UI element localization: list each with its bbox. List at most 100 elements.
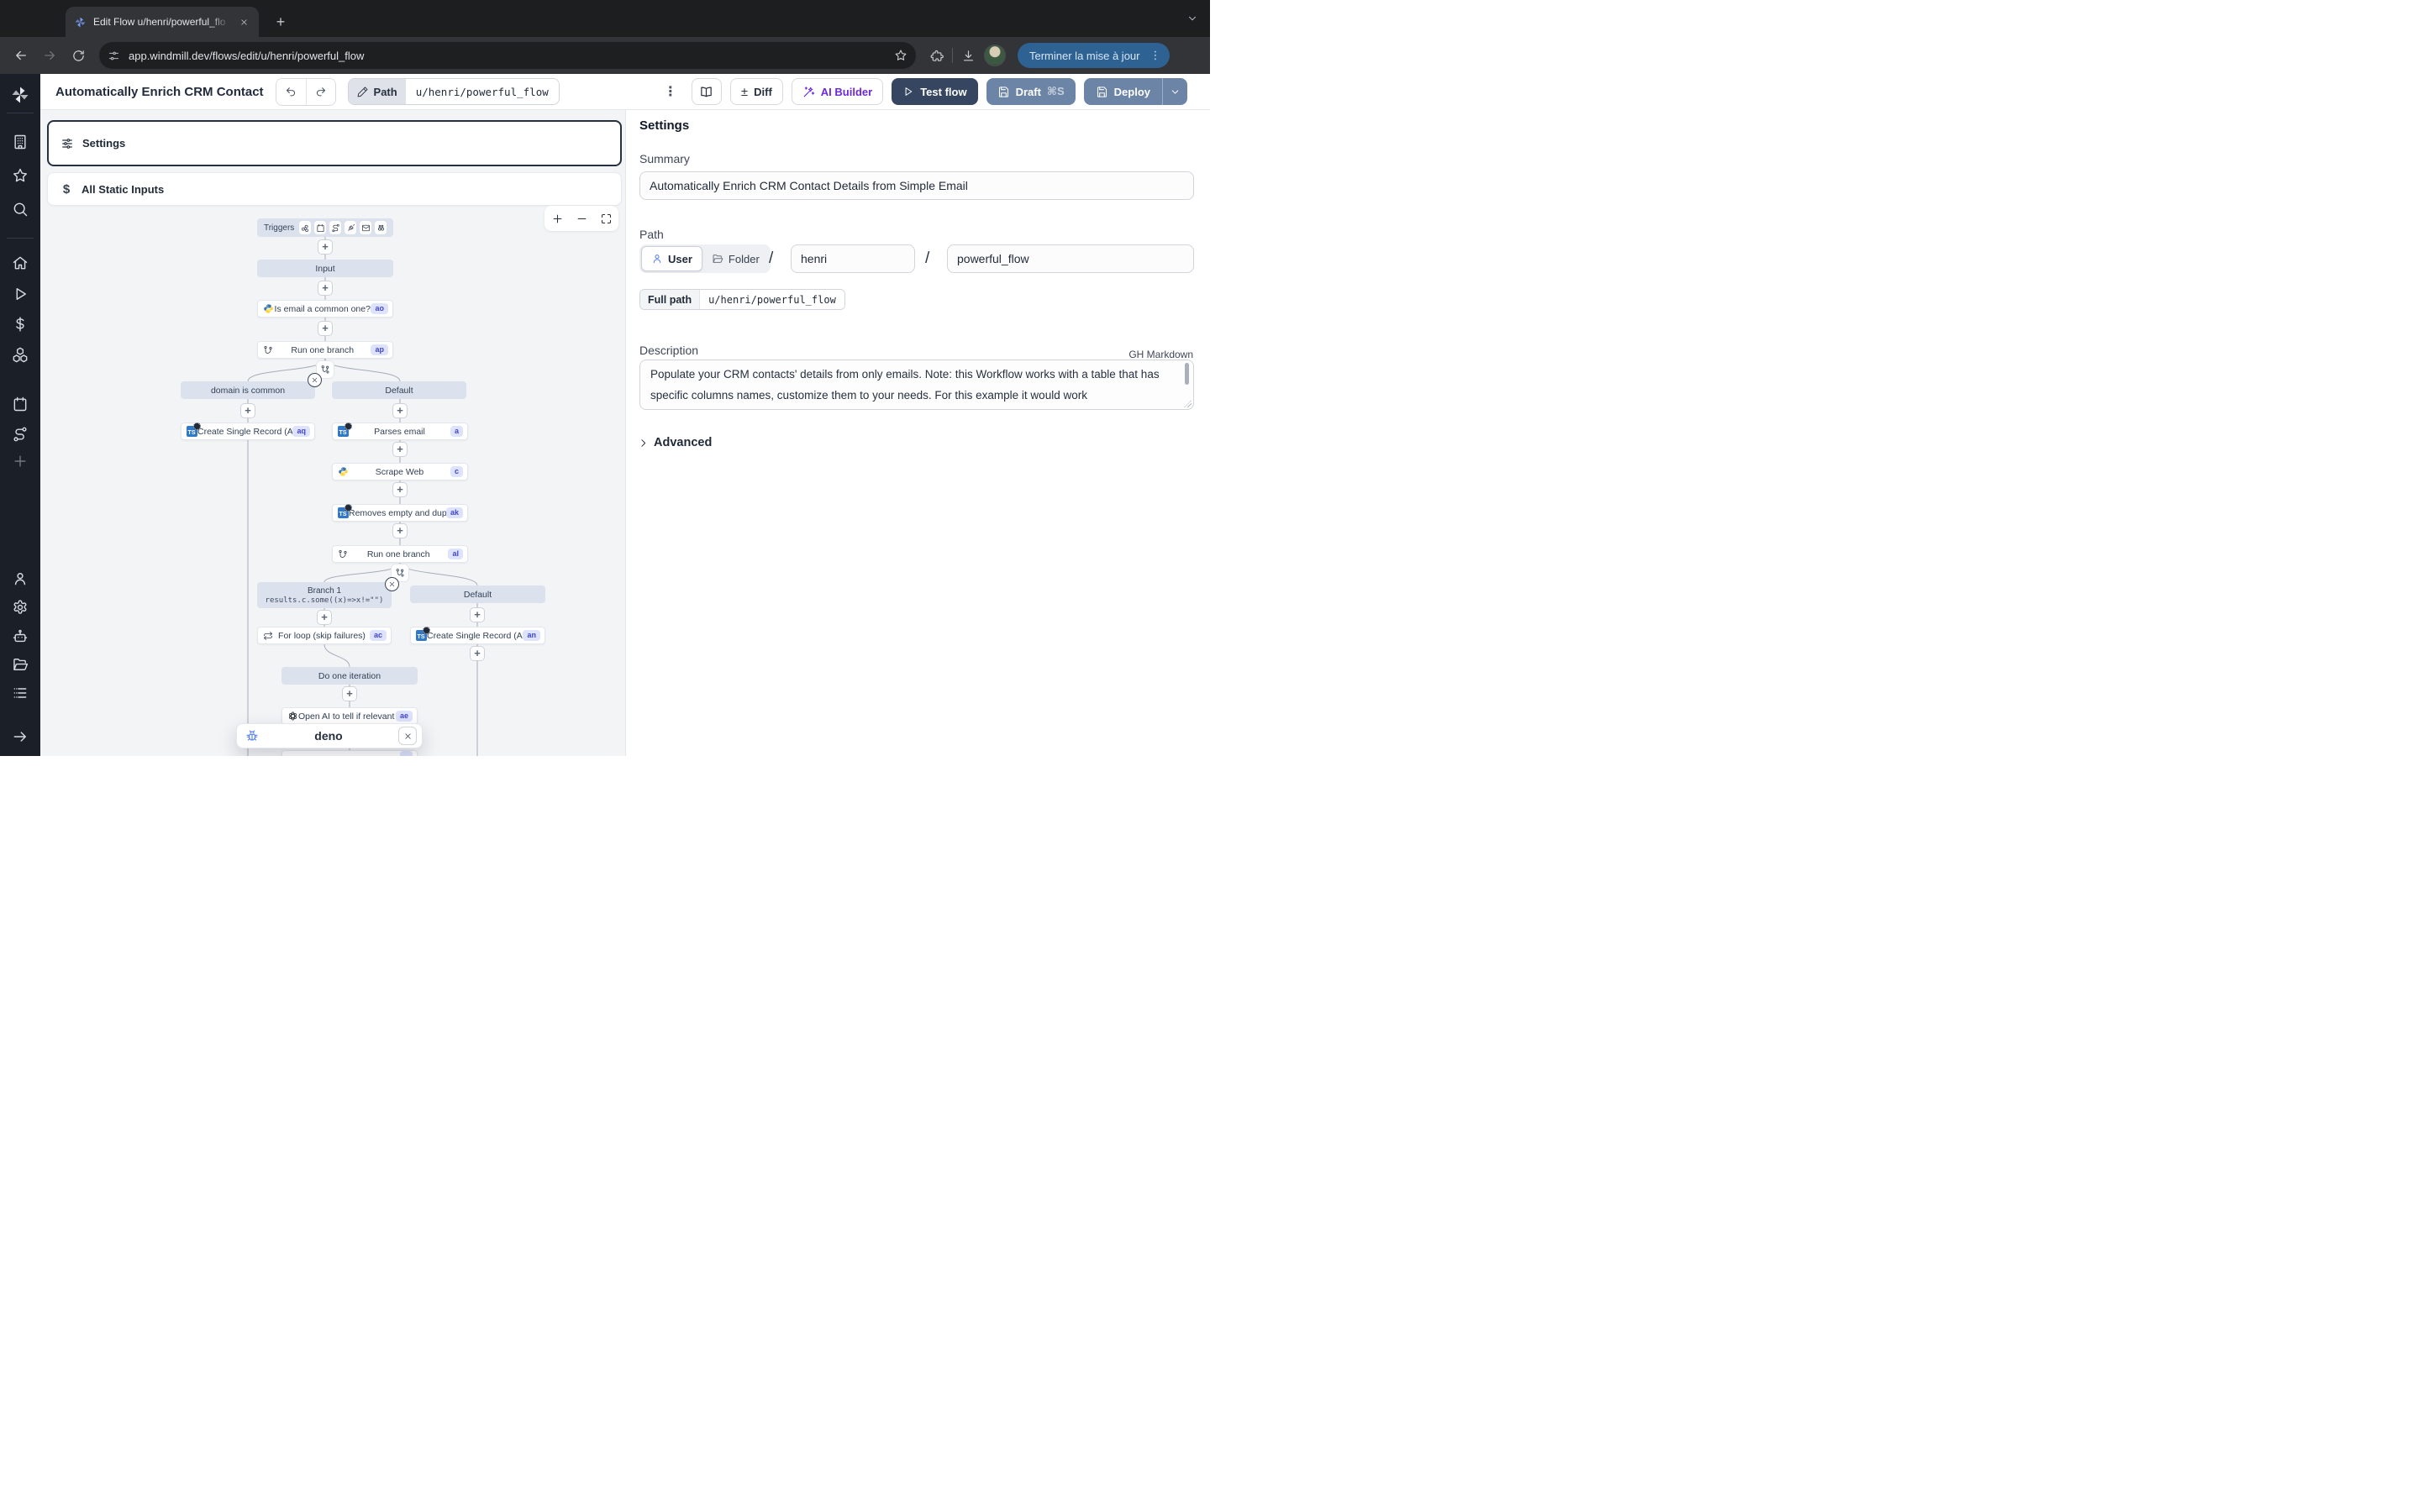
- popup-close-button[interactable]: [398, 727, 417, 745]
- ai-builder-button[interactable]: AI Builder: [792, 78, 883, 105]
- flow-node-do-one-iteration[interactable]: Do one iteration: [281, 667, 418, 685]
- profile-avatar[interactable]: [984, 45, 1006, 66]
- route-trigger-icon[interactable]: [329, 221, 341, 234]
- textarea-resize-handle[interactable]: [1184, 400, 1192, 407]
- sidebar-item-settings[interactable]: [12, 599, 29, 616]
- deploy-button[interactable]: Deploy: [1084, 78, 1162, 105]
- downloads-icon[interactable]: [961, 49, 976, 63]
- flow-node-removes-duplicates[interactable]: TS Removes empty and duplicates ak: [332, 504, 468, 522]
- add-step-button[interactable]: +: [392, 403, 408, 418]
- add-step-button[interactable]: +: [470, 607, 485, 622]
- tab-close-icon[interactable]: [237, 15, 250, 29]
- sidebar-item-logs[interactable]: [12, 685, 29, 701]
- flow-node-input[interactable]: Input: [257, 260, 393, 277]
- websocket-trigger-icon[interactable]: [345, 221, 356, 234]
- add-step-button[interactable]: +: [318, 239, 333, 255]
- tab-list-chevron-icon[interactable]: [1183, 10, 1202, 27]
- flow-branch-default-1[interactable]: Default: [332, 381, 466, 399]
- docs-button[interactable]: [692, 78, 722, 105]
- redo-button[interactable]: [306, 79, 335, 105]
- add-step-button[interactable]: +: [470, 646, 485, 661]
- play-icon: [902, 86, 914, 97]
- flow-branch-domain-is-common[interactable]: domain is common: [181, 381, 315, 399]
- deploy-dropdown-icon[interactable]: [1162, 78, 1187, 105]
- sidebar-item-schedules[interactable]: [12, 396, 29, 412]
- flow-node-run-one-branch-1[interactable]: Run one branch ap: [257, 341, 393, 359]
- sidebar-item-add[interactable]: [12, 453, 29, 470]
- path-name-input[interactable]: [947, 244, 1194, 273]
- remove-branch-button[interactable]: [385, 577, 399, 591]
- browser-tab[interactable]: Edit Flow u/henri/powerful_flo: [66, 7, 259, 37]
- sidebar-item-account[interactable]: [12, 570, 29, 587]
- test-flow-button[interactable]: Test flow: [892, 78, 977, 105]
- browser-menu-icon[interactable]: ⋮: [1147, 49, 1165, 62]
- flow-node-triggers[interactable]: Triggers: [257, 218, 393, 237]
- flow-node-partial[interactable]: [281, 750, 418, 756]
- site-settings-icon[interactable]: [108, 50, 120, 62]
- poll-trigger-icon[interactable]: [375, 221, 387, 234]
- sidebar-item-home[interactable]: [12, 255, 29, 271]
- flow-branch-default-2[interactable]: Default: [410, 585, 545, 603]
- flow-title[interactable]: Automatically Enrich CRM Contact: [55, 85, 264, 99]
- description-textarea[interactable]: Populate your CRM contacts' details from…: [639, 360, 1194, 410]
- draft-button[interactable]: Draft⌘S: [986, 78, 1076, 105]
- add-step-button[interactable]: +: [392, 442, 408, 457]
- add-step-button[interactable]: +: [318, 321, 333, 336]
- back-button[interactable]: [8, 43, 34, 68]
- sidebar-item-favorites[interactable]: [12, 167, 29, 184]
- sidebar-item-search[interactable]: [12, 201, 29, 218]
- sidebar-item-workers[interactable]: [12, 628, 29, 645]
- path-separator: /: [769, 249, 773, 268]
- summary-input[interactable]: [639, 171, 1194, 200]
- flow-node-run-one-branch-2[interactable]: Run one branch al: [332, 545, 468, 563]
- sidebar-item-runs[interactable]: [12, 286, 29, 302]
- add-step-button[interactable]: +: [342, 686, 357, 701]
- owner-user-tab[interactable]: User: [641, 246, 702, 271]
- flow-node-parses-email[interactable]: TS Parses email a: [332, 423, 468, 440]
- path-badge[interactable]: Path u/henri/powerful_flow: [348, 78, 560, 105]
- typescript-icon: TS: [337, 426, 349, 438]
- schedule-trigger-icon[interactable]: [314, 221, 326, 234]
- windmill-logo[interactable]: [10, 85, 30, 105]
- flow-node-is-email-common[interactable]: Is email a common one? ao: [257, 300, 393, 318]
- flow-node-create-record-aq[interactable]: TS Create Single Record (Airtable) aq: [181, 423, 315, 440]
- email-trigger-icon[interactable]: [360, 221, 371, 234]
- more-options-icon[interactable]: ⋮: [664, 83, 683, 100]
- sidebar-item-resources[interactable]: [12, 346, 29, 363]
- add-step-button[interactable]: +: [392, 523, 408, 538]
- extensions-icon[interactable]: [929, 49, 944, 63]
- bookmark-star-icon[interactable]: [894, 49, 908, 62]
- path-owner-input[interactable]: [791, 244, 915, 273]
- sidebar-item-routes[interactable]: [12, 426, 29, 443]
- remove-branch-button[interactable]: [308, 373, 322, 387]
- new-tab-button[interactable]: +: [271, 12, 291, 32]
- flow-branch-1[interactable]: Branch 1 results.c.some((x)=>x!=""): [257, 582, 392, 608]
- textarea-scrollbar[interactable]: [1185, 363, 1189, 385]
- summary-label: Summary: [639, 152, 690, 165]
- flow-node-for-loop[interactable]: For loop (skip failures) ac: [257, 627, 392, 644]
- flow-node-scrape-web[interactable]: Scrape Web c: [332, 463, 468, 480]
- browser-update-button[interactable]: Terminer la mise à jour ⋮: [1018, 43, 1170, 68]
- add-step-button[interactable]: +: [318, 281, 333, 296]
- advanced-toggle[interactable]: Advanced: [638, 436, 712, 449]
- sidebar-item-folders[interactable]: [12, 656, 29, 673]
- sidebar-item-variables[interactable]: [12, 316, 29, 333]
- add-step-button[interactable]: +: [392, 482, 408, 497]
- diff-button[interactable]: ±Diff: [730, 78, 783, 105]
- flow-node-openai-relevance[interactable]: Open AI to tell if relevant result ae: [281, 707, 418, 725]
- sidebar-item-workspace[interactable]: [12, 134, 29, 150]
- flow-node-create-record-an[interactable]: TS Create Single Record (Airtable) an: [410, 627, 545, 644]
- owner-folder-tab[interactable]: Folder: [702, 246, 769, 271]
- url-bar[interactable]: app.windmill.dev/flows/edit/u/henri/powe…: [99, 42, 916, 69]
- reload-button[interactable]: [66, 43, 91, 68]
- sidebar-expand-icon[interactable]: [12, 728, 29, 745]
- forward-button[interactable]: [37, 43, 62, 68]
- zoom-in-button[interactable]: [547, 208, 567, 228]
- fit-view-button[interactable]: [596, 208, 616, 228]
- full-path-badge: Full path u/henri/powerful_flow: [639, 289, 845, 310]
- zoom-out-button[interactable]: [571, 208, 592, 228]
- add-step-button[interactable]: +: [240, 403, 255, 418]
- undo-button[interactable]: [276, 79, 306, 105]
- add-step-button[interactable]: +: [317, 610, 332, 625]
- webhook-trigger-icon[interactable]: [299, 221, 311, 234]
